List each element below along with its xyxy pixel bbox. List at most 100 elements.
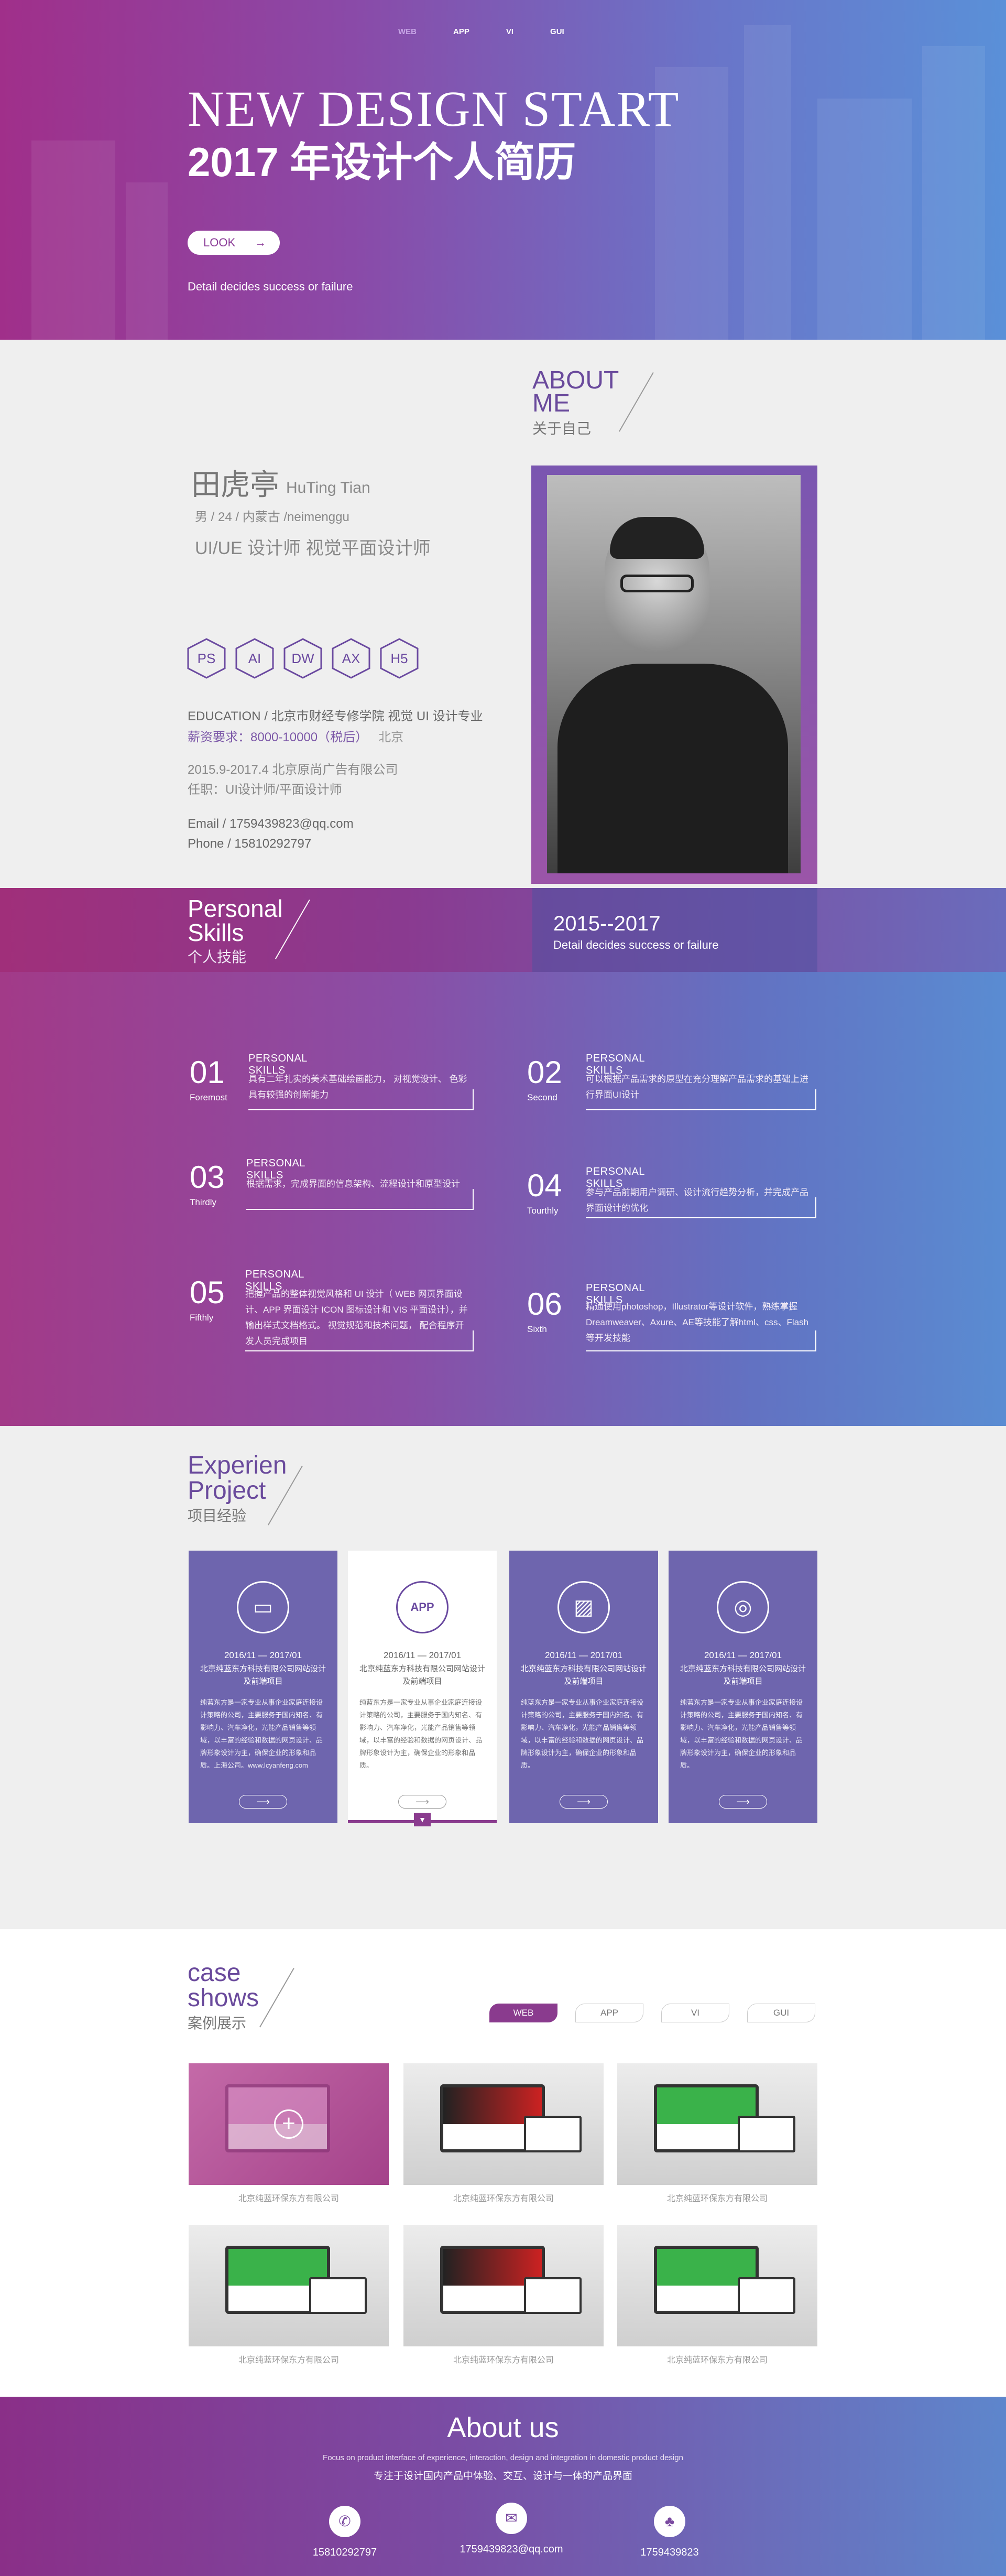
look-button-label: LOOK <box>203 236 236 249</box>
project-card[interactable]: ▭ 2016/11 — 2017/01 北京纯蓝东方科技有限公司网站设计及前端项… <box>189 1551 337 1823</box>
experience-title-cn: 项目经验 <box>188 1508 247 1524</box>
instagram-icon: ◎ <box>717 1581 769 1633</box>
skill-ordinal: Second <box>527 1092 557 1102</box>
profile-photo <box>547 475 801 873</box>
footer-line-en: Focus on product interface of experience… <box>323 2453 683 2462</box>
skill-underline <box>246 1189 474 1210</box>
case-thumbnail[interactable] <box>617 2225 817 2346</box>
experience-title-en-1: Experien <box>188 1452 287 1479</box>
case-thumbnail[interactable] <box>403 2225 604 2346</box>
job-roles: UI/UE 设计师 视觉平面设计师 <box>195 538 431 558</box>
project-company: 北京纯蓝东方科技有限公司网站设计及前端项目 <box>359 1664 485 1686</box>
name-en: HuTing Tian <box>286 479 370 496</box>
nav-app[interactable]: APP <box>453 27 469 36</box>
project-more-button[interactable]: ⟶ <box>398 1795 446 1809</box>
project-more-button[interactable]: ⟶ <box>719 1795 767 1809</box>
salary: 薪资要求：8000-10000（税后） 北京 <box>188 727 403 745</box>
hero-banner: WEB APP VI GUI NEW DESIGN START 2017 年设计… <box>0 0 1006 340</box>
case-thumbnail[interactable] <box>403 2063 604 2185</box>
cases-title-cn: 案例展示 <box>188 2015 247 2031</box>
top-nav: WEB APP VI GUI <box>398 27 564 36</box>
contact-qq[interactable]: ♣ 1759439823 <box>612 2506 727 2559</box>
about-section-title: ABOUT ME 关于自己 <box>532 367 619 438</box>
skill-hex-dw: DW <box>283 637 323 679</box>
tab-gui[interactable]: GUI <box>747 2004 815 2022</box>
skills-band <box>0 888 1006 972</box>
case-caption: 北京纯蓝环保东方有限公司 <box>238 2356 339 2365</box>
skills-title-en-1: Personal <box>188 895 283 922</box>
chevron-down-icon[interactable]: ▼ <box>414 1813 431 1826</box>
contact-value: 1759439823@qq.com <box>460 2543 563 2555</box>
skill-hex-label: AX <box>342 651 360 666</box>
project-card[interactable]: ▨ 2016/11 — 2017/01 北京纯蓝东方科技有限公司网站设计及前端项… <box>509 1551 658 1823</box>
project-date: 2016/11 — 2017/01 <box>704 1650 782 1660</box>
tab-web[interactable]: WEB <box>489 2004 557 2022</box>
project-date: 2016/11 — 2017/01 <box>544 1650 623 1660</box>
mail-icon: ✉ <box>496 2503 527 2534</box>
qq-icon: ♣ <box>654 2506 685 2537</box>
picture-icon: ▨ <box>557 1581 610 1633</box>
cases-title-en-2: shows <box>188 1984 259 2012</box>
skill-underline <box>586 1089 816 1110</box>
phone[interactable]: Phone / 15810292797 <box>188 837 311 851</box>
work-period: 2015.9-2017.4 北京原尚广告有限公司 <box>188 763 398 777</box>
nav-gui[interactable]: GUI <box>550 27 564 36</box>
contact-phone[interactable]: ✆ 15810292797 <box>287 2506 402 2559</box>
footer-title: About us <box>447 2412 559 2443</box>
education: EDUCATION / 北京市财经专修学院 视觉 UI 设计专业 <box>188 709 483 723</box>
skill-number: 04 <box>527 1168 562 1203</box>
project-more-button[interactable]: ⟶ <box>560 1795 608 1809</box>
skill-ordinal: Foremost <box>190 1092 227 1102</box>
skill-underline <box>245 1330 474 1351</box>
skill-underline <box>586 1197 816 1218</box>
skill-ordinal: Thirdly <box>190 1197 217 1207</box>
case-thumbnail[interactable] <box>617 2063 817 2185</box>
skills-section-title: Personal Skills 个人技能 <box>188 895 283 967</box>
salary-value: 薪资要求：8000-10000（税后） <box>188 730 368 744</box>
experience-title-en-2: Project <box>188 1477 266 1505</box>
project-text: 纯蓝东方是一家专业从事企业家庭连接设计策略的公司，主要服务于国内知名、有影响力、… <box>359 1698 483 1769</box>
skill-hex-label: PS <box>197 651 216 666</box>
work-role: 任职：UI设计师/平面设计师 <box>188 783 342 797</box>
case-caption: 北京纯蓝环保东方有限公司 <box>453 2194 554 2203</box>
nav-web[interactable]: WEB <box>398 27 417 36</box>
project-more-button[interactable]: ⟶ <box>239 1795 287 1809</box>
name-cn: 田虎亭 <box>191 468 279 501</box>
project-card[interactable]: ◎ 2016/11 — 2017/01 北京纯蓝东方科技有限公司网站设计及前端项… <box>669 1551 817 1823</box>
skill-hex-label: H5 <box>390 651 408 666</box>
year-subtitle: Detail decides success or failure <box>553 938 719 951</box>
skill-ordinal: Fifthly <box>190 1313 214 1323</box>
skill-number: 02 <box>527 1055 562 1090</box>
skill-number: 06 <box>527 1286 562 1322</box>
skill-hex-label: DW <box>291 651 314 666</box>
skills-grid <box>0 972 1006 1426</box>
case-thumbnail[interactable]: + <box>189 2063 389 2185</box>
case-thumbnail[interactable] <box>189 2225 389 2346</box>
skill-underline <box>248 1089 474 1110</box>
email[interactable]: Email / 1759439823@qq.com <box>188 817 354 831</box>
nav-vi[interactable]: VI <box>506 27 513 36</box>
project-card[interactable]: APP 2016/11 — 2017/01 北京纯蓝东方科技有限公司网站设计及前… <box>348 1551 497 1826</box>
year-range: 2015--2017 <box>553 912 661 935</box>
skills-title-cn: 个人技能 <box>188 949 247 965</box>
look-button[interactable]: LOOK → <box>188 231 280 255</box>
case-caption: 北京纯蓝环保东方有限公司 <box>666 2194 768 2203</box>
location: 北京 <box>378 730 404 744</box>
skill-hex-ai: AI <box>235 637 275 679</box>
contact-email[interactable]: ✉ 1759439823@qq.com <box>454 2503 569 2556</box>
project-company: 北京纯蓝东方科技有限公司网站设计及前端项目 <box>680 1664 806 1686</box>
project-text: 纯蓝东方是一家专业从事企业家庭连接设计策略的公司，主要服务于国内知名、有影响力、… <box>521 1698 644 1769</box>
skill-ordinal: Tourthly <box>527 1206 559 1216</box>
tab-app[interactable]: APP <box>575 2004 643 2022</box>
skill-number: 01 <box>190 1055 225 1090</box>
app-icon: APP <box>396 1581 449 1633</box>
plus-icon[interactable]: + <box>274 2109 303 2139</box>
contact-value: 1759439823 <box>640 2547 699 2558</box>
tab-vi[interactable]: VI <box>661 2004 729 2022</box>
hero-tagline: Detail decides success or failure <box>188 280 353 293</box>
about-title-cn: 关于自己 <box>532 420 592 437</box>
divider-slash <box>619 372 654 432</box>
cases-section-title: case shows 案例展示 <box>188 1960 259 2033</box>
skill-number: 03 <box>190 1160 225 1195</box>
skill-ordinal: Sixth <box>527 1324 547 1334</box>
